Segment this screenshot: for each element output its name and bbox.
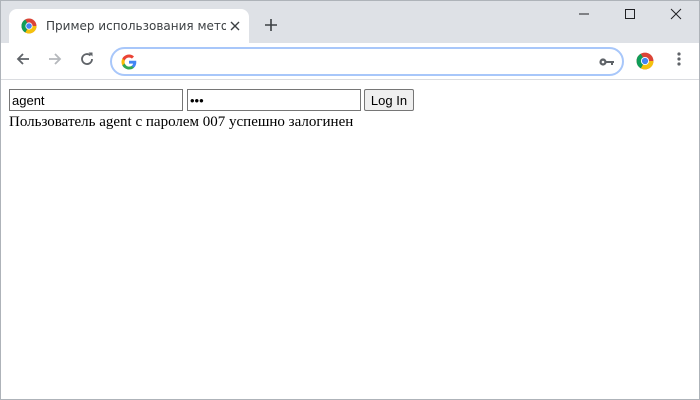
login-status-message: Пользователь agent с паролем 007 успешно…	[9, 114, 354, 130]
window-close-button[interactable]	[653, 1, 699, 31]
maximize-button[interactable]	[607, 1, 653, 31]
chromium-logo-icon	[21, 18, 37, 34]
page-content: Log In Пользователь agent с паролем 007 …	[1, 81, 699, 399]
key-icon[interactable]	[598, 54, 616, 70]
chromium-logo-icon[interactable]	[636, 52, 654, 70]
password-input[interactable]	[187, 89, 361, 111]
maximize-icon	[624, 7, 636, 25]
minimize-icon	[578, 7, 590, 25]
plus-icon	[264, 18, 278, 37]
username-input[interactable]	[9, 89, 183, 111]
back-button[interactable]	[10, 48, 36, 74]
address-input[interactable]	[144, 53, 584, 71]
google-g-icon	[121, 54, 137, 70]
address-bar[interactable]	[110, 47, 624, 76]
close-icon[interactable]	[227, 18, 243, 34]
reload-button[interactable]	[74, 48, 100, 74]
tab-active[interactable]: Пример использования метода	[9, 9, 249, 43]
browser-menu-button[interactable]	[669, 51, 689, 71]
login-button[interactable]: Log In	[364, 89, 414, 111]
tab-title: Пример использования метода	[46, 19, 226, 33]
tab-strip: Пример использования метода	[1, 1, 699, 43]
forward-button[interactable]	[42, 48, 68, 74]
kebab-menu-icon	[677, 51, 681, 72]
arrow-left-icon	[15, 51, 31, 72]
close-icon	[670, 7, 682, 25]
arrow-right-icon	[47, 51, 63, 72]
browser-window: Пример использования метода agent Log In…	[0, 0, 700, 400]
browser-toolbar	[1, 43, 699, 80]
minimize-button[interactable]	[561, 1, 607, 31]
new-tab-button[interactable]	[259, 15, 283, 39]
reload-icon	[79, 51, 95, 72]
